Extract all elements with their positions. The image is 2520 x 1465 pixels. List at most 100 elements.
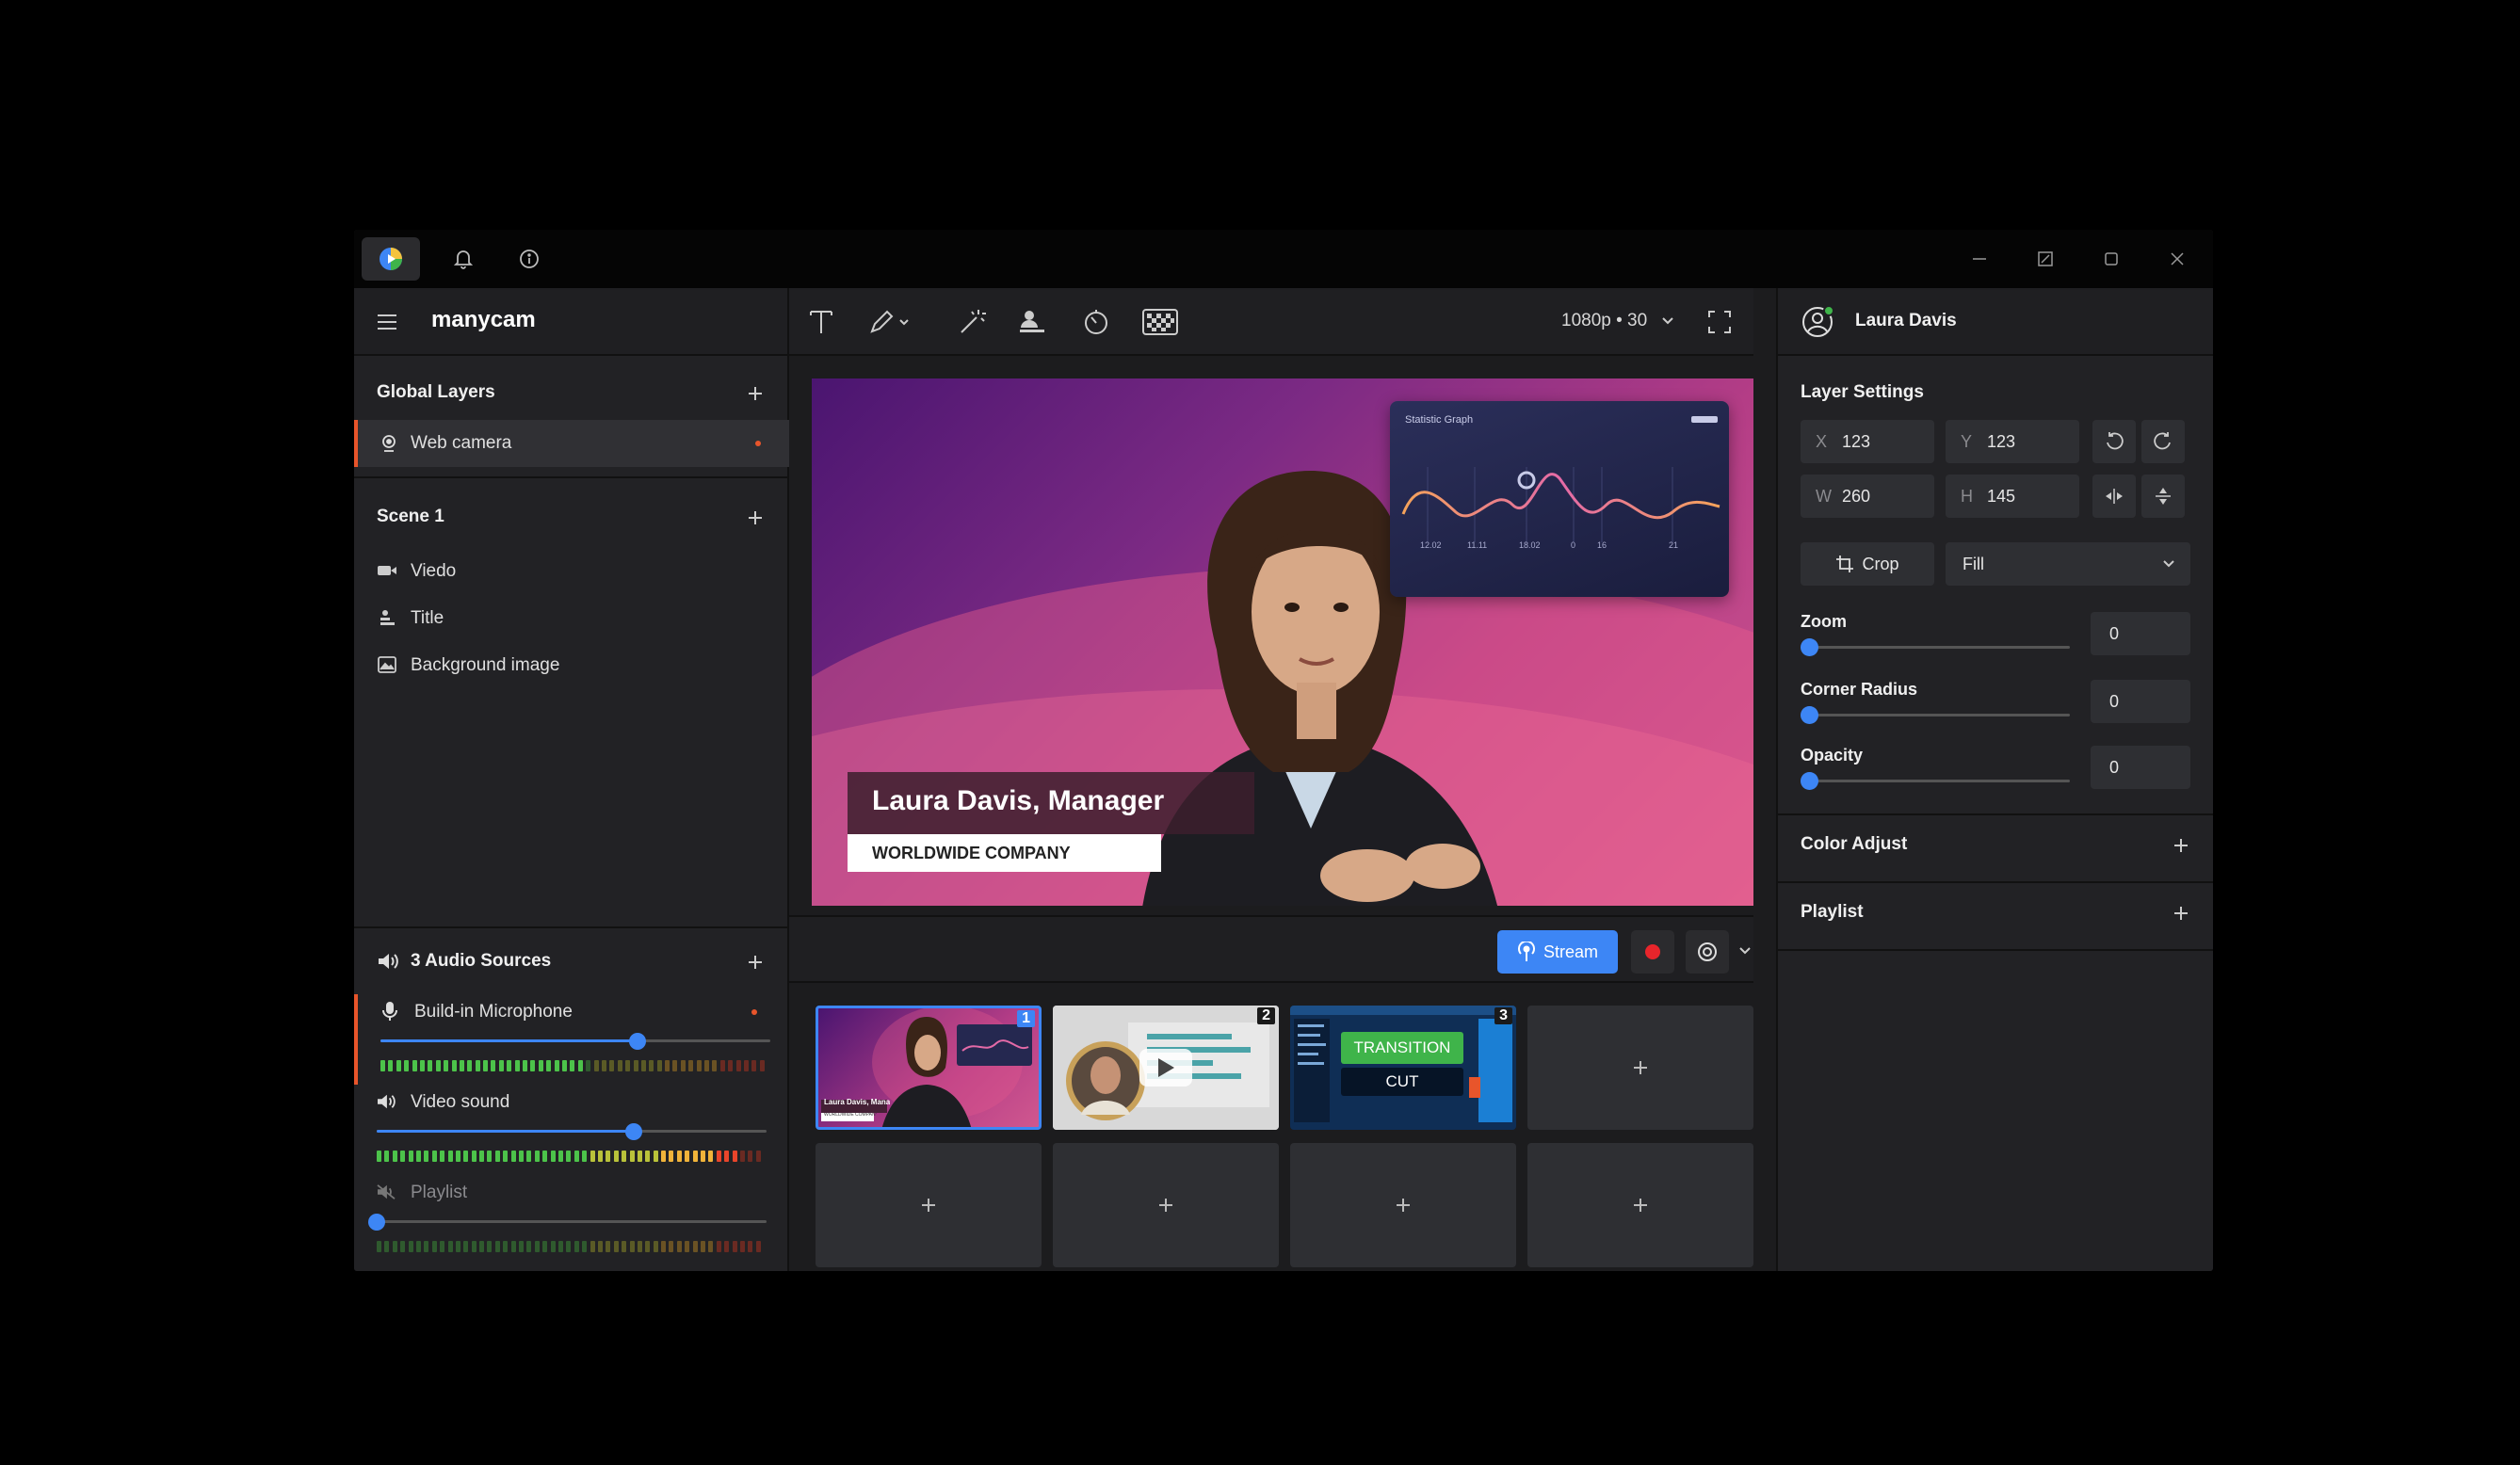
close-button[interactable] [2149, 230, 2205, 288]
level-bar [507, 1060, 512, 1071]
position-y-field[interactable]: Y 123 [1946, 420, 2079, 463]
zoom-input[interactable]: 0 [2091, 612, 2190, 655]
minimize-button[interactable] [1951, 230, 2008, 288]
flip-vertical-button[interactable] [2141, 475, 2185, 518]
height-field[interactable]: H 145 [1946, 475, 2079, 518]
zoom-slider[interactable] [1801, 638, 2070, 656]
level-bar [748, 1241, 753, 1252]
add-scene-layer-button[interactable] [742, 505, 768, 531]
scene-thumbnail-1[interactable]: Laura Davis, Manager WORLDWIDE COMPANY 1 [816, 1006, 1042, 1130]
fullscreen-button[interactable] [1703, 305, 1737, 339]
transition-button[interactable]: TRANSITION [1341, 1032, 1463, 1064]
level-bar [633, 1060, 638, 1071]
lower-third-tool-button[interactable] [1015, 305, 1049, 339]
layers-panel: manycam Global Layers Web camera Scene 1… [354, 288, 789, 1271]
zoom-slider-knob[interactable] [1801, 638, 1818, 656]
rotate-right-button[interactable] [2141, 420, 2185, 463]
width-field[interactable]: W 260 [1801, 475, 1934, 518]
corner-radius-slider[interactable] [1801, 706, 2070, 724]
timer-icon [1085, 310, 1107, 334]
chevron-down-icon [1662, 317, 1674, 325]
add-global-layer-button[interactable] [742, 380, 768, 407]
audio-source-row[interactable]: Video sound [354, 1085, 787, 1175]
fill-mode-select[interactable]: Fill [1946, 542, 2190, 586]
live-preview[interactable]: Statistic Graph 12.02 11.11 18.02 0 16 2… [812, 378, 1753, 906]
level-bar [586, 1060, 591, 1071]
corner-radius-label: Corner Radius [1801, 680, 1918, 699]
plus-icon [1397, 1199, 1410, 1212]
volume-slider[interactable] [368, 1214, 767, 1231]
broadcast-icon [1518, 942, 1535, 961]
volume-slider[interactable] [377, 1123, 767, 1140]
speaker-icon [375, 1090, 397, 1113]
notifications-bell-icon[interactable] [444, 230, 482, 288]
draw-tool-button[interactable] [864, 305, 913, 339]
flip-horizontal-button[interactable] [2092, 475, 2136, 518]
volume-slider[interactable] [380, 1033, 770, 1050]
scene-layer-title[interactable]: Title [354, 597, 787, 638]
corner-radius-slider-knob[interactable] [1801, 706, 1818, 724]
scene-title: Scene 1 [377, 507, 444, 526]
level-bar [637, 1241, 642, 1252]
scene-layer-background[interactable]: Background image [354, 644, 787, 685]
rotate-left-button[interactable] [2092, 420, 2136, 463]
add-scene-slot[interactable] [1053, 1143, 1279, 1267]
crop-button[interactable]: Crop [1801, 542, 1934, 586]
cut-button[interactable]: CUT [1341, 1068, 1463, 1096]
add-scene-slot[interactable] [1527, 1006, 1753, 1130]
add-scene-slot[interactable] [1527, 1143, 1753, 1267]
effects-tool-button[interactable] [955, 305, 989, 339]
timer-tool-button[interactable] [1079, 305, 1113, 339]
chroma-key-tool-button[interactable] [1139, 305, 1181, 339]
scene-layer-label: Viedo [411, 561, 457, 581]
scene-layer-video[interactable]: Viedo [354, 550, 787, 591]
global-layers-title: Global Layers [377, 382, 495, 402]
level-bar [708, 1151, 714, 1162]
level-bar [656, 1060, 662, 1071]
field-value: 123 [1987, 432, 2016, 451]
manycam-window: manycam Global Layers Web camera Scene 1… [354, 230, 2213, 1271]
level-bar [377, 1241, 381, 1252]
compact-mode-button[interactable] [2017, 230, 2074, 288]
position-x-field[interactable]: X 123 [1801, 420, 1934, 463]
active-source-dot [751, 1009, 757, 1015]
expand-playlist-button[interactable] [2168, 900, 2194, 926]
app-logo-button[interactable] [362, 237, 420, 281]
graph-line [1401, 467, 1720, 542]
scene-thumbnail-2[interactable]: 2 [1053, 1006, 1279, 1130]
graph-axis-label: 16 [1597, 540, 1607, 550]
user-avatar[interactable] [1801, 305, 1834, 339]
record-button[interactable] [1631, 930, 1674, 974]
opacity-input[interactable]: 0 [2091, 746, 2190, 789]
volume-slider-knob[interactable] [629, 1033, 647, 1050]
expand-color-adjust-button[interactable] [2168, 832, 2194, 859]
snapshot-button[interactable] [1686, 930, 1729, 974]
hamburger-menu-icon[interactable] [375, 311, 399, 333]
text-tool-button[interactable] [804, 305, 838, 339]
add-scene-slot[interactable] [1290, 1143, 1516, 1267]
resolution-selector[interactable]: 1080p • 30 [1561, 311, 1674, 331]
play-button[interactable] [1139, 1049, 1192, 1087]
scene-thumbnail-3[interactable]: TRANSITION CUT 3 [1290, 1006, 1516, 1130]
level-bar [688, 1060, 694, 1071]
stream-button[interactable]: Stream [1497, 930, 1618, 974]
level-bar [435, 1060, 441, 1071]
opacity-slider[interactable] [1801, 772, 2070, 790]
volume-slider-knob[interactable] [368, 1214, 385, 1231]
audio-source-row[interactable]: Build-in Microphone [354, 994, 787, 1085]
audio-source-row[interactable]: Playlist [354, 1175, 787, 1265]
maximize-button[interactable] [2083, 230, 2140, 288]
more-controls-button[interactable] [1738, 943, 1752, 960]
add-audio-source-button[interactable] [742, 949, 768, 975]
volume-slider-knob[interactable] [625, 1123, 643, 1140]
volume-slider-fill [377, 1130, 635, 1133]
info-icon[interactable] [510, 230, 548, 288]
add-scene-slot[interactable] [816, 1143, 1042, 1267]
level-bar [542, 1241, 548, 1252]
global-layer-webcam[interactable]: Web camera [354, 420, 789, 467]
level-bar [498, 1060, 504, 1071]
corner-radius-input[interactable]: 0 [2091, 680, 2190, 723]
audio-source-label: Build-in Microphone [414, 1002, 573, 1022]
opacity-slider-knob[interactable] [1801, 772, 1818, 790]
field-key: Y [1961, 432, 1973, 451]
